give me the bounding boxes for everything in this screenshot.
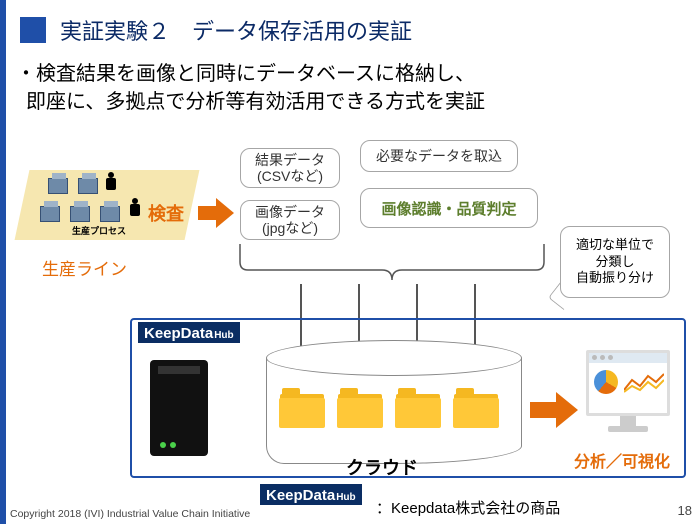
csv-line2: (CSVなど) xyxy=(257,168,323,184)
page-title: 実証実験２ データ保存活用の実証 xyxy=(60,14,412,46)
image-recognition-box: 画像認識・品質判定 xyxy=(360,188,538,228)
lead-line1: ・検査結果を画像と同時にデータベースに格納し、 xyxy=(16,60,485,88)
merge-bracket xyxy=(232,244,552,284)
folder-icon xyxy=(454,394,498,428)
result-data-box: 結果データ (CSVなど) xyxy=(240,148,340,188)
page-number: 18 xyxy=(678,503,692,518)
badge-sub: Hub xyxy=(214,330,233,341)
lead-line2: 即座に、多拠点で分析等有効活用できる方式を実証 xyxy=(16,88,485,116)
copyright: Copyright 2018 (IVI) Industrial Value Ch… xyxy=(10,508,250,520)
keepdata-hub-badge: KeepData Hub xyxy=(138,322,240,343)
folder-icon xyxy=(396,394,440,428)
jpg-line1: 画像データ xyxy=(255,204,325,220)
auto-classify-callout: 適切な単位で 分類し 自動振り分け xyxy=(560,226,670,298)
badge-main: KeepData xyxy=(266,487,335,504)
pie-chart-icon xyxy=(594,370,618,394)
import-data-box: 必要なデータを取込 xyxy=(360,140,518,172)
image-data-box: 画像データ (jpgなど) xyxy=(240,200,340,240)
title-bullet xyxy=(20,17,46,43)
csv-line1: 結果データ xyxy=(255,152,325,168)
badge-main: KeepData xyxy=(144,325,213,342)
analysis-label: 分析／可視化 xyxy=(574,448,670,472)
folder-icon xyxy=(338,394,382,428)
badge-sub: Hub xyxy=(336,492,355,503)
line-chart-icon xyxy=(624,372,664,394)
inspection-label: 検査 xyxy=(148,200,184,226)
production-process-label: 生産プロセス xyxy=(72,224,126,237)
footer-note: ：Keepdata株式会社の商品 xyxy=(376,497,560,518)
dashboard-monitor-icon xyxy=(586,350,670,436)
import-label: 必要なデータを取込 xyxy=(376,146,502,166)
cloud-label: クラウド xyxy=(346,454,418,480)
server-icon xyxy=(150,360,208,456)
arrow-right-icon xyxy=(198,198,234,228)
lead-text: ・検査結果を画像と同時にデータベースに格納し、 即座に、多拠点で分析等有効活用で… xyxy=(16,60,485,116)
recog-label: 画像認識・品質判定 xyxy=(381,198,516,219)
left-stripe xyxy=(0,0,6,524)
callout-text: 適切な単位で 分類し 自動振り分け xyxy=(576,237,654,288)
production-line-label: 生産ライン xyxy=(42,255,127,280)
folder-icon xyxy=(280,394,324,428)
jpg-line2: (jpgなど) xyxy=(262,220,318,236)
arrow-right-icon xyxy=(530,392,578,428)
title-row: 実証実験２ データ保存活用の実証 xyxy=(20,14,412,46)
keepdata-hub-badge-footer: KeepData Hub xyxy=(260,484,362,505)
